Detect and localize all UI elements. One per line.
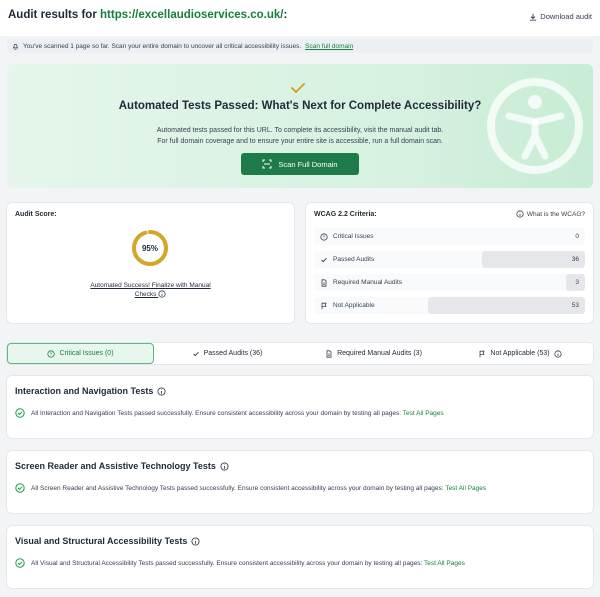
wcag-label-manual-row: Required Manual Audits bbox=[320, 274, 402, 291]
scan-notice: You've scanned 1 page so far. Scan your … bbox=[7, 39, 593, 53]
tab-not-applicable[interactable]: Not Applicable (53) bbox=[447, 343, 593, 364]
section-result: All Visual and Structural Accessibility … bbox=[15, 558, 465, 568]
audit-score-label: Audit Score: bbox=[15, 211, 57, 218]
wcag-label: Critical Issues bbox=[333, 233, 374, 240]
header: Audit results for https://excellaudioser… bbox=[0, 0, 600, 36]
info-circle-icon bbox=[47, 349, 56, 358]
results-tabs: Critical Issues (0) Passed Audits (36) R… bbox=[7, 343, 593, 364]
info-circle-icon bbox=[320, 232, 328, 241]
wcag-count: 36 bbox=[571, 256, 579, 263]
wcag-row-not-applicable: Not Applicable 53 bbox=[314, 297, 585, 314]
scan-full-domain-link[interactable]: Scan full domain bbox=[305, 43, 353, 50]
hero-line-1: Automated tests passed for this URL. To … bbox=[156, 127, 444, 134]
info-icon[interactable] bbox=[553, 349, 562, 358]
section-text: All Interaction and Navigation Tests pas… bbox=[31, 409, 402, 417]
audit-score-card: Audit Score: 95% Automated Success! Fina… bbox=[7, 203, 294, 323]
download-audit-button[interactable]: Download audit bbox=[529, 12, 592, 21]
document-icon bbox=[320, 278, 328, 287]
wcag-title: WCAG 2.2 Criteria: bbox=[314, 211, 377, 218]
tab-critical-issues[interactable]: Critical Issues (0) bbox=[7, 343, 154, 364]
section-interaction-navigation: Interaction and Navigation Tests All Int… bbox=[7, 376, 593, 438]
checkmark-icon bbox=[290, 82, 306, 94]
hero-line-2: For full domain coverage and to ensure y… bbox=[157, 138, 443, 145]
check-icon bbox=[192, 350, 200, 358]
scan-full-domain-button[interactable]: Scan Full Domain bbox=[241, 153, 359, 175]
section-text: All Screen Reader and Assistive Technolo… bbox=[31, 484, 444, 492]
wcag-label-critical-row: Critical Issues bbox=[320, 228, 373, 245]
section-title: Interaction and Navigation Tests bbox=[15, 386, 154, 396]
tab-label: Not Applicable (53) bbox=[490, 350, 550, 357]
flag-icon bbox=[478, 350, 486, 358]
section-result-text-row: All Screen Reader and Assistive Technolo… bbox=[31, 485, 486, 492]
wcag-count: 53 bbox=[571, 302, 579, 309]
score-value: 95% bbox=[141, 243, 158, 253]
wcag-row-passed: Passed Audits 36 bbox=[314, 251, 585, 268]
score-message-line-2-row: Checks bbox=[67, 290, 234, 299]
hero-description: Automated tests passed for this URL. To … bbox=[7, 125, 593, 147]
tab-required-manual-audits[interactable]: Required Manual Audits (3) bbox=[300, 343, 447, 364]
section-result-text-row: All Interaction and Navigation Tests pas… bbox=[31, 410, 444, 417]
info-icon[interactable] bbox=[220, 461, 229, 471]
section-title: Visual and Structural Accessibility Test… bbox=[15, 536, 188, 546]
wcag-bar-not-applicable bbox=[428, 297, 585, 314]
section-result-text-row: All Visual and Structural Accessibility … bbox=[31, 560, 465, 567]
check-circle-icon bbox=[15, 483, 25, 493]
title-suffix: : bbox=[283, 9, 288, 21]
wcag-bar-passed bbox=[482, 251, 585, 268]
wcag-criteria-card: WCAG 2.2 Criteria: What is the WCAG? Cri… bbox=[306, 203, 593, 323]
section-title-row: Visual and Structural Accessibility Test… bbox=[15, 536, 200, 546]
download-label: Download audit bbox=[540, 12, 592, 21]
test-all-pages-link[interactable]: Test All Pages bbox=[445, 485, 486, 492]
hero-title: Automated Tests Passed: What's Next for … bbox=[118, 100, 482, 112]
wcag-row-manual: Required Manual Audits 3 bbox=[314, 274, 585, 291]
what-is-wcag-link[interactable]: What is the WCAG? bbox=[516, 210, 585, 218]
test-all-pages-link[interactable]: Test All Pages bbox=[424, 560, 465, 567]
tab-label: Critical Issues (0) bbox=[59, 350, 114, 357]
wcag-label: Passed Audits bbox=[333, 256, 375, 263]
section-screen-reader: Screen Reader and Assistive Technology T… bbox=[7, 451, 593, 513]
test-all-pages-link[interactable]: Test All Pages bbox=[403, 410, 444, 417]
section-visual-structural: Visual and Structural Accessibility Test… bbox=[7, 526, 593, 588]
bell-icon bbox=[12, 43, 19, 50]
title-prefix: Audit results for bbox=[8, 9, 101, 21]
section-text: All Visual and Structural Accessibility … bbox=[31, 559, 423, 567]
check-circle-icon bbox=[15, 558, 25, 568]
info-icon[interactable] bbox=[157, 386, 166, 396]
section-title: Screen Reader and Assistive Technology T… bbox=[15, 461, 216, 471]
section-title-row: Interaction and Navigation Tests bbox=[15, 386, 166, 396]
wcag-label-na-row: Not Applicable bbox=[320, 297, 375, 314]
score-message-line-2: Checks bbox=[134, 291, 157, 298]
wcag-label: Not Applicable bbox=[333, 302, 375, 309]
info-icon[interactable] bbox=[191, 536, 200, 546]
wcag-label-passed-row: Passed Audits bbox=[320, 251, 374, 268]
download-icon bbox=[529, 13, 537, 21]
flag-icon bbox=[320, 302, 328, 310]
tab-passed-audits[interactable]: Passed Audits (36) bbox=[154, 343, 300, 364]
wcag-count: 3 bbox=[575, 279, 579, 286]
section-title-row: Screen Reader and Assistive Technology T… bbox=[15, 461, 229, 471]
tab-label: Passed Audits (36) bbox=[203, 350, 263, 357]
page-title: Audit results for https://excellaudioser… bbox=[8, 9, 287, 21]
scan-icon bbox=[262, 159, 272, 169]
section-result: All Interaction and Navigation Tests pas… bbox=[15, 408, 444, 418]
score-message-line-1: Automated Success! Finalize with Manual bbox=[90, 282, 211, 289]
notice-text: You've scanned 1 page so far. Scan your … bbox=[23, 42, 302, 50]
hero-banner: Automated Tests Passed: What's Next for … bbox=[7, 64, 593, 188]
section-result: All Screen Reader and Assistive Technolo… bbox=[15, 483, 486, 493]
document-icon bbox=[325, 349, 333, 358]
info-icon[interactable] bbox=[158, 290, 166, 298]
check-icon bbox=[320, 256, 328, 264]
info-icon bbox=[516, 210, 524, 218]
wcag-label: Required Manual Audits bbox=[333, 279, 403, 286]
tab-label: Required Manual Audits (3) bbox=[337, 350, 422, 357]
what-is-wcag-label: What is the WCAG? bbox=[526, 210, 585, 218]
score-message-link[interactable]: Automated Success! Finalize with Manual … bbox=[67, 281, 234, 299]
scan-button-label: Scan Full Domain bbox=[278, 159, 338, 169]
wcag-count: 0 bbox=[575, 233, 579, 240]
wcag-row-critical: Critical Issues 0 bbox=[314, 228, 585, 245]
audited-url[interactable]: https://excellaudioservices.co.uk/ bbox=[100, 9, 283, 21]
check-circle-icon bbox=[15, 408, 25, 418]
